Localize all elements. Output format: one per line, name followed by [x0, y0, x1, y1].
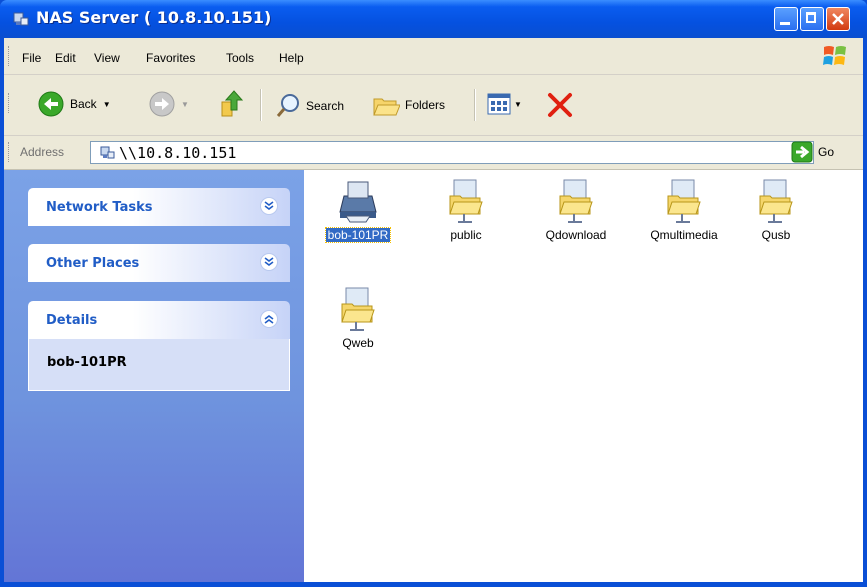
address-grip	[8, 142, 12, 162]
toolbar-grip	[8, 93, 12, 113]
file-view[interactable]: bob-101PR public Qdownload Qmultimedia Q…	[304, 170, 863, 582]
maximize-button[interactable]	[800, 7, 824, 31]
other-places-header[interactable]: Other Places	[28, 244, 290, 282]
menu-help[interactable]: Help	[279, 51, 304, 65]
item-label: bob-101PR	[324, 227, 392, 243]
address-label: Address	[20, 145, 65, 159]
explorer-window: NAS Server ( 10.8.10.151) File Edit View…	[0, 0, 867, 587]
toolbar-separator-2	[474, 89, 476, 121]
menu-edit[interactable]: Edit	[55, 51, 76, 65]
item-shared-folder[interactable]: Qusb	[726, 176, 826, 243]
address-bar: Address \\10.8.10.151 Go	[4, 136, 863, 170]
item-label: Qmultimedia	[650, 228, 718, 242]
search-button[interactable]: Search	[276, 93, 344, 119]
delete-icon	[548, 93, 572, 117]
other-places-panel[interactable]: Other Places	[28, 244, 290, 282]
go-label: Go	[818, 145, 835, 159]
item-shared-folder[interactable]: public	[416, 176, 516, 243]
back-dropdown-icon[interactable]: ▼	[103, 100, 111, 109]
forward-button[interactable]: ▼	[149, 91, 189, 117]
item-label: Qusb	[761, 228, 791, 242]
network-drive-icon	[13, 12, 29, 26]
network-tasks-header[interactable]: Network Tasks	[28, 188, 290, 226]
item-printer[interactable]: bob-101PR	[308, 176, 408, 243]
up-folder-icon	[221, 90, 244, 117]
shared-folder-icon	[759, 179, 793, 223]
details-panel: Details bob-101PR	[28, 301, 290, 391]
menu-tools[interactable]: Tools	[226, 51, 254, 65]
back-label: Back	[70, 97, 97, 111]
folders-label: Folders	[405, 98, 446, 112]
printer-icon	[339, 181, 377, 223]
shared-folder-icon	[667, 179, 701, 223]
network-tasks-title: Network Tasks	[46, 200, 153, 215]
shared-folder-icon	[341, 287, 375, 331]
shared-folder-icon	[449, 179, 483, 223]
details-body: bob-101PR	[28, 339, 290, 391]
views-icon	[487, 93, 511, 115]
address-input[interactable]: \\10.8.10.151	[90, 141, 814, 164]
close-button[interactable]	[826, 7, 850, 31]
search-label: Search	[306, 99, 345, 113]
toolbar: Back ▼ ▼ Search Folders ▼	[4, 75, 863, 136]
windows-logo-icon	[823, 46, 846, 65]
collapse-icon[interactable]	[260, 310, 278, 328]
up-button[interactable]	[218, 88, 248, 118]
item-label: Qweb	[342, 336, 374, 350]
details-header[interactable]: Details	[28, 301, 290, 339]
menu-file[interactable]: File	[22, 51, 41, 65]
details-item-name: bob-101PR	[47, 355, 127, 370]
views-button[interactable]: ▼	[487, 93, 522, 115]
folders-button[interactable]: Folders	[372, 93, 445, 117]
menu-bar: File Edit View Favorites Tools Help	[4, 38, 863, 75]
expand-icon[interactable]	[260, 253, 278, 271]
other-places-title: Other Places	[46, 256, 140, 271]
expand-icon[interactable]	[260, 197, 278, 215]
shared-folder-icon	[559, 179, 593, 223]
menu-grip	[8, 46, 12, 66]
views-dropdown-icon[interactable]: ▼	[514, 100, 522, 109]
forward-arrow-icon	[149, 91, 175, 117]
folders-icon	[373, 98, 400, 116]
back-arrow-icon	[38, 91, 64, 117]
window-title: NAS Server ( 10.8.10.151)	[36, 8, 272, 27]
go-button[interactable]: Go	[791, 141, 834, 163]
menu-favorites[interactable]: Favorites	[146, 51, 195, 65]
search-icon	[276, 94, 299, 117]
go-arrow-icon	[791, 141, 813, 163]
network-tasks-panel[interactable]: Network Tasks	[28, 188, 290, 226]
details-title: Details	[46, 313, 98, 328]
forward-dropdown-icon[interactable]: ▼	[181, 100, 189, 109]
item-label: public	[450, 228, 482, 242]
item-label: Qdownload	[545, 228, 607, 242]
delete-button[interactable]	[546, 91, 574, 119]
task-pane: Network Tasks Other Places Details bob-1…	[4, 170, 304, 582]
item-shared-folder[interactable]: Qweb	[308, 284, 408, 351]
back-button[interactable]: Back ▼	[38, 91, 111, 117]
address-value: \\10.8.10.151	[119, 144, 237, 162]
network-drive-icon	[100, 146, 115, 159]
toolbar-separator	[260, 89, 262, 121]
title-bar[interactable]: NAS Server ( 10.8.10.151)	[0, 0, 867, 38]
minimize-button[interactable]	[774, 7, 798, 31]
close-icon	[832, 13, 844, 25]
item-shared-folder[interactable]: Qdownload	[526, 176, 626, 243]
menu-view[interactable]: View	[94, 51, 120, 65]
item-shared-folder[interactable]: Qmultimedia	[634, 176, 734, 243]
